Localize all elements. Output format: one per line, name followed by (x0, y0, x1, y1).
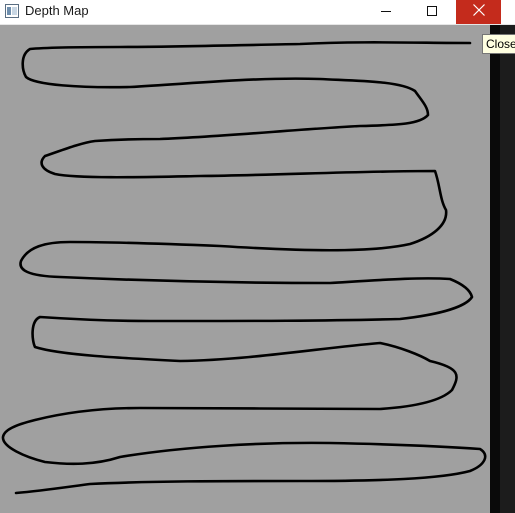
close-icon (472, 3, 485, 21)
window-app-icon[interactable] (5, 4, 19, 18)
maximize-button[interactable] (409, 0, 455, 24)
minimize-button[interactable] (363, 0, 409, 24)
maximize-icon (427, 3, 437, 21)
depth-map-window: Depth Map Close (0, 0, 515, 513)
minimize-icon (381, 3, 391, 21)
window-title: Depth Map (25, 3, 89, 18)
close-button[interactable] (456, 0, 501, 24)
close-tooltip: Close (482, 34, 515, 54)
drawn-stroke (1, 41, 487, 495)
canvas-border (490, 25, 500, 513)
title-bar[interactable]: Depth Map (0, 0, 515, 25)
window-edge (500, 25, 515, 513)
